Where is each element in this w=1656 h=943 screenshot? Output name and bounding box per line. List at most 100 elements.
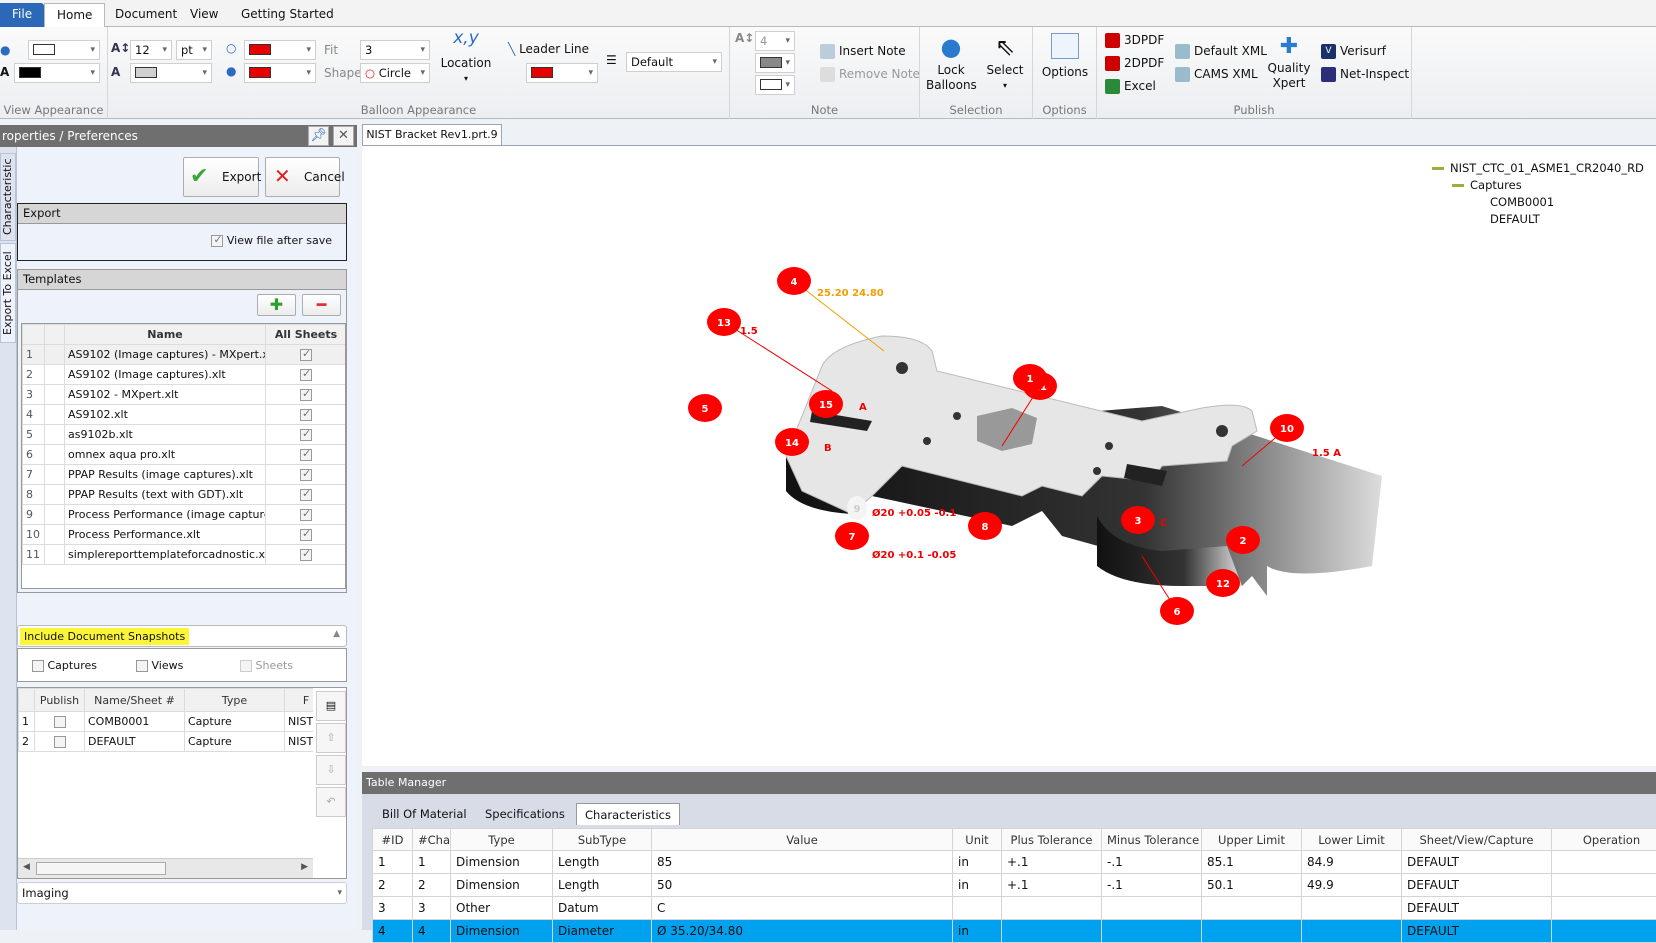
- remove-note-button[interactable]: Remove Note: [820, 67, 920, 82]
- template-row[interactable]: 8PPAP Results (text with GDT).xlt: [23, 485, 347, 505]
- balloon-line-color-dropdown[interactable]: [244, 40, 316, 60]
- all-sheets-checkbox[interactable]: [266, 525, 347, 545]
- cams-xml-button[interactable]: CAMS XML: [1175, 67, 1258, 82]
- all-sheets-checkbox[interactable]: [266, 445, 347, 465]
- verisurf-button[interactable]: VVerisurf: [1321, 44, 1386, 59]
- view-file-after-save-checkbox[interactable]: View file after save: [211, 234, 332, 247]
- template-row[interactable]: 10Process Performance.xlt: [23, 525, 347, 545]
- remove-template-button[interactable]: ━: [302, 294, 341, 316]
- note-fill-dropdown[interactable]: [755, 75, 795, 95]
- tab-view[interactable]: View: [178, 3, 230, 27]
- balloon-3[interactable]: 3: [1121, 506, 1155, 534]
- all-sheets-checkbox[interactable]: [266, 365, 347, 385]
- views-checkbox[interactable]: Views: [136, 659, 183, 672]
- column-header[interactable]: Value: [652, 829, 953, 851]
- shape-dropdown[interactable]: ○ Circle: [360, 63, 430, 83]
- tab-file[interactable]: File: [0, 3, 44, 27]
- col-publish[interactable]: Publish: [35, 689, 85, 712]
- column-header[interactable]: Minus Tolerance: [1102, 829, 1202, 851]
- column-header[interactable]: Plus Tolerance: [1002, 829, 1102, 851]
- close-icon[interactable]: ✕: [333, 126, 354, 146]
- template-row[interactable]: 7PPAP Results (image captures).xlt: [23, 465, 347, 485]
- col-type[interactable]: Type: [185, 689, 285, 712]
- balloon-12[interactable]: 12: [1206, 569, 1240, 597]
- note-color-dropdown[interactable]: [755, 53, 795, 73]
- column-header[interactable]: Lower Limit: [1302, 829, 1402, 851]
- characteristic-row[interactable]: 11DimensionLength85in+.1-.185.184.9DEFAU…: [373, 851, 1656, 874]
- tab-specifications[interactable]: Specifications: [477, 803, 573, 825]
- template-row[interactable]: 5as9102b.xlt: [23, 425, 347, 445]
- tab-characteristics[interactable]: Characteristics: [576, 803, 680, 825]
- cancel-button[interactable]: ✕ Cancel: [265, 157, 340, 197]
- font-color-dropdown[interactable]: [130, 63, 212, 83]
- location-button[interactable]: x,y Location▾: [438, 31, 494, 101]
- col-name-sheet[interactable]: Name/Sheet #: [85, 689, 185, 712]
- column-header[interactable]: Unit: [953, 829, 1002, 851]
- side-tab-export-to-excel[interactable]: Export To Excel: [0, 243, 16, 343]
- note-size-dropdown[interactable]: 4: [755, 31, 795, 51]
- snapshot-row[interactable]: 1COMB0001CaptureNIST: [19, 712, 314, 732]
- all-sheets-checkbox[interactable]: [266, 505, 347, 525]
- all-sheets-checkbox[interactable]: [266, 425, 347, 445]
- leader-color-dropdown[interactable]: [526, 63, 598, 83]
- publish-checkbox[interactable]: [35, 712, 85, 732]
- column-header[interactable]: #ID: [373, 829, 413, 851]
- balloon-1[interactable]: 1: [1013, 364, 1047, 392]
- column-header[interactable]: Type: [451, 829, 553, 851]
- horizontal-scrollbar[interactable]: ◀ ▶: [18, 858, 313, 878]
- all-sheets-checkbox[interactable]: [266, 405, 347, 425]
- snapshots-section-header[interactable]: Include Document Snapshots ▲: [17, 625, 347, 647]
- document-tab[interactable]: NIST Bracket Rev1.prt.9: [362, 124, 502, 145]
- all-sheets-checkbox[interactable]: [266, 465, 347, 485]
- sheets-checkbox[interactable]: Sheets: [240, 659, 293, 672]
- column-header[interactable]: Operation: [1552, 829, 1656, 851]
- col-name[interactable]: Name: [65, 325, 266, 345]
- captures-checkbox[interactable]: Captures: [32, 659, 97, 672]
- view-fill-dropdown[interactable]: [14, 63, 100, 83]
- select-button[interactable]: ⇖ Select▾: [982, 31, 1028, 93]
- balloon-14[interactable]: 14: [775, 428, 809, 456]
- collapse-icon[interactable]: ▲: [333, 629, 340, 639]
- template-row[interactable]: 3AS9102 - MXpert.xlt: [23, 385, 347, 405]
- move-down-button[interactable]: ⇩: [316, 755, 346, 785]
- characteristic-row[interactable]: 44DimensionDiameterØ 35.20/34.80inDEFAUL…: [373, 920, 1656, 943]
- insert-note-button[interactable]: Insert Note: [820, 44, 906, 59]
- all-sheets-checkbox[interactable]: [266, 545, 347, 565]
- snapshot-row[interactable]: 2DEFAULTCaptureNIST: [19, 732, 314, 752]
- balloon-5[interactable]: 5: [688, 394, 722, 422]
- 3d-viewport[interactable]: NIST_CTC_01_ASME1_CR2040_RD Captures COM…: [362, 145, 1656, 766]
- col-f[interactable]: F: [285, 689, 314, 712]
- template-row[interactable]: 6omnex aqua pro.xlt: [23, 445, 347, 465]
- column-header[interactable]: Upper Limit: [1202, 829, 1302, 851]
- undo-button[interactable]: ↶: [316, 787, 346, 817]
- template-row[interactable]: 9Process Performance (image captures).xl…: [23, 505, 347, 525]
- quality-xpert-button[interactable]: ✚ Quality Xpert: [1267, 33, 1311, 91]
- net-inspect-button[interactable]: Net-Inspect: [1321, 67, 1409, 82]
- tab-home[interactable]: Home: [44, 3, 105, 27]
- column-header[interactable]: #Char: [413, 829, 451, 851]
- balloon-9[interactable]: 9: [847, 496, 867, 520]
- font-unit-dropdown[interactable]: pt: [176, 40, 212, 60]
- column-header[interactable]: Sheet/View/Capture: [1402, 829, 1552, 851]
- balloon-7[interactable]: 7: [835, 522, 869, 550]
- characteristic-row[interactable]: 22DimensionLength50in+.1-.150.149.9DEFAU…: [373, 874, 1656, 897]
- template-row[interactable]: 4AS9102.xlt: [23, 405, 347, 425]
- all-sheets-checkbox[interactable]: [266, 485, 347, 505]
- add-template-button[interactable]: ✚: [257, 294, 296, 316]
- tab-document[interactable]: Document: [103, 3, 189, 27]
- col-all-sheets[interactable]: All Sheets: [266, 325, 347, 345]
- move-up-button[interactable]: ⇧: [316, 723, 346, 753]
- 2dpdf-button[interactable]: 2DPDF: [1105, 56, 1164, 71]
- all-sheets-checkbox[interactable]: [266, 385, 347, 405]
- scrollbar-thumb[interactable]: [36, 862, 166, 875]
- lock-balloons-button[interactable]: ● Lock Balloons: [926, 31, 976, 93]
- leader-line-button[interactable]: ╲ Leader Line: [508, 42, 589, 56]
- snapshot-settings-button[interactable]: ▤: [316, 691, 346, 721]
- excel-button[interactable]: Excel: [1105, 79, 1156, 94]
- 3dpdf-button[interactable]: 3DPDF: [1105, 33, 1164, 48]
- all-sheets-checkbox[interactable]: [266, 345, 347, 365]
- imaging-dropdown[interactable]: Imaging: [17, 882, 347, 904]
- tab-bill-of-material[interactable]: Bill Of Material: [374, 803, 475, 825]
- characteristic-row[interactable]: 33OtherDatumCDEFAULT: [373, 897, 1656, 920]
- balloon-4[interactable]: 4: [777, 267, 811, 295]
